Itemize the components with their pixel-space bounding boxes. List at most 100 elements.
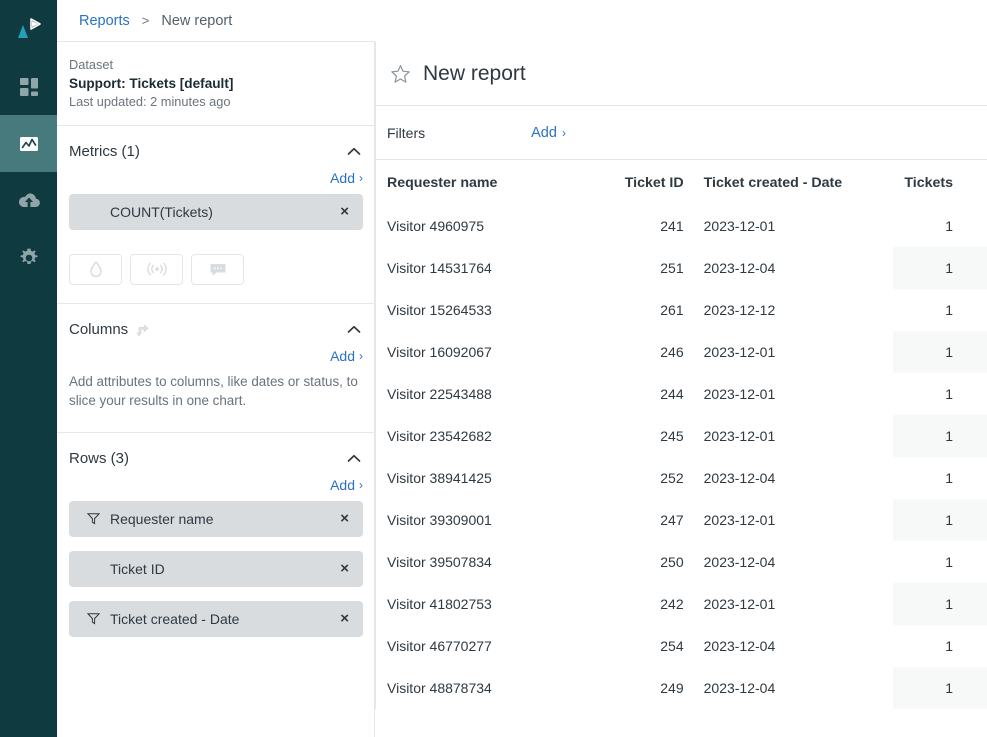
table-header-row: Requester name Ticket ID Ticket created … [376,160,987,205]
nav-rail [0,0,57,737]
cell-ticket-id: 251 [660,260,684,276]
cell-tickets: 1 [945,218,953,234]
rail-item-settings[interactable] [0,229,57,286]
table-row[interactable]: Visitor 4960975 241 2023-12-01 1 [376,205,987,247]
column-header-ticket-created-date[interactable]: Ticket created - Date [690,160,894,205]
table-row[interactable]: Visitor 38941425 252 2023-12-04 1 [376,457,987,499]
row-chip-remove-button[interactable]: × [336,511,353,526]
report-table: Requester name Ticket ID Ticket created … [376,160,987,709]
row-chip-remove-button[interactable]: × [336,561,353,576]
table-row[interactable]: Visitor 16092067 246 2023-12-01 1 [376,331,987,373]
play-triangle-logo-icon [17,17,41,38]
rows-add-row: Add › [69,477,363,501]
rail-item-reports[interactable] [0,115,57,172]
rail-item-dashboard[interactable] [0,58,57,115]
metric-chip-label: COUNT(Tickets) [110,203,213,220]
chevron-right-icon: › [561,125,566,140]
column-header-tickets[interactable]: Tickets [893,160,987,205]
cell-tickets: 1 [893,247,987,289]
breadcrumb-separator: > [141,13,150,28]
cell-ticket-id: 254 [660,638,684,654]
row-chip-ticket-created-date[interactable]: Ticket created - Date × [69,600,363,637]
cell-tickets: 1 [945,638,953,654]
columns-add-label: Add [330,347,355,364]
columns-add-button[interactable]: Add › [330,348,363,364]
comment-bubble-icon [210,263,225,276]
table-body: Visitor 4960975 241 2023-12-01 1 Visitor 145… [376,205,987,709]
cell-tickets: 1 [945,470,953,486]
table-row[interactable]: Visitor 41802753 242 2023-12-01 1 [376,583,987,625]
row-chip-requester-name[interactable]: Requester name × [69,500,363,537]
row-chip-ticket-id[interactable]: Ticket ID × [69,550,363,587]
column-header-requester-name[interactable]: Requester name [376,160,608,205]
chevron-up-icon[interactable] [345,321,363,339]
comment-button[interactable] [191,253,244,285]
chevron-up-icon[interactable] [345,143,363,161]
cell-ticket-created-date: 2023-12-12 [703,302,776,318]
move-arrow-icon [135,322,150,337]
chevron-right-icon: › [359,477,363,492]
dataset-info: Dataset Support: Tickets [default] Last … [57,42,375,126]
cell-requester-name: Visitor 4960975 [387,218,485,234]
report-header: New report [375,42,987,106]
row-chip-label: Ticket created - Date [110,610,240,627]
rows-add-button[interactable]: Add › [330,477,363,493]
table-row[interactable]: Visitor 23542682 245 2023-12-01 1 [376,415,987,457]
filters-add-button[interactable]: Add › [531,125,566,141]
metrics-add-row: Add › [69,170,363,194]
main-top-spacer [375,0,987,42]
columns-help-text: Add attributes to columns, like dates or… [69,373,358,408]
row-chip-label: Requester name [110,510,214,527]
chevron-right-icon: › [359,348,363,363]
cell-requester-name: Visitor 38941425 [387,470,492,486]
cell-ticket-id: 252 [660,470,684,486]
builder-panel: Reports > New report Dataset Support: Ti… [57,0,375,737]
breadcrumb-link-reports[interactable]: Reports [79,13,130,29]
filters-bar: Filters Add › [375,106,987,160]
cell-requester-name: Visitor 22543488 [387,386,492,402]
cell-ticket-created-date: 2023-12-01 [703,596,776,612]
dataset-last-updated: Last updated: 2 minutes ago [69,94,231,110]
cell-ticket-id: 241 [660,218,684,234]
app-logo[interactable] [0,0,57,57]
report-table-wrapper: Requester name Ticket ID Ticket created … [375,160,987,709]
table-row[interactable]: Visitor 15264533 261 2023-12-12 1 [376,289,987,331]
dataset-label: Dataset [69,57,114,72]
row-chip-remove-button[interactable]: × [336,611,353,626]
metric-chip-count-tickets[interactable]: COUNT(Tickets) × [69,193,363,230]
rail-item-upload[interactable] [0,172,57,229]
signal-broadcast-icon [146,262,167,276]
table-row[interactable]: Visitor 39309001 247 2023-12-01 1 [376,499,987,541]
line-chart-icon [19,136,38,151]
gear-icon [20,248,37,264]
dataset-name: Support: Tickets [default] [69,76,234,92]
table-row[interactable]: Visitor 14531764 251 2023-12-04 1 [376,247,987,289]
cell-tickets: 1 [945,554,953,570]
table-row[interactable]: Visitor 22543488 244 2023-12-01 1 [376,373,987,415]
columns-header: Columns [69,304,363,348]
table-row[interactable]: Visitor 39507834 250 2023-12-04 1 [376,541,987,583]
cell-requester-name: Visitor 14531764 [387,260,492,276]
report-canvas: New report Filters Add › Requester name … [375,0,987,737]
column-header-ticket-id[interactable]: Ticket ID [608,160,689,205]
droplet-icon [89,260,102,278]
table-row[interactable]: Visitor 48878734 249 2023-12-04 1 [376,667,987,709]
cell-ticket-created-date: 2023-12-04 [703,470,776,486]
cell-requester-name: Visitor 41802753 [387,596,492,612]
droplet-button[interactable] [69,253,122,285]
cell-ticket-id: 249 [660,680,684,696]
columns-section: Columns Add › Add attributes to columns, [57,304,375,432]
metrics-title: Metrics (1) [69,143,140,161]
columns-add-row: Add › [69,348,363,372]
cell-ticket-id: 244 [660,386,684,402]
chevron-up-icon[interactable] [345,450,363,468]
cell-ticket-created-date: 2023-12-04 [703,638,776,654]
cell-requester-name: Visitor 39507834 [387,554,492,570]
table-row[interactable]: Visitor 46770277 254 2023-12-04 1 [376,625,987,667]
cell-tickets: 1 [893,331,987,373]
broadcast-button[interactable] [130,253,183,285]
star-outline-icon[interactable] [389,63,411,85]
cell-ticket-id: 246 [660,344,684,360]
metrics-add-button[interactable]: Add › [330,170,363,186]
metric-chip-remove-button[interactable]: × [336,204,353,219]
